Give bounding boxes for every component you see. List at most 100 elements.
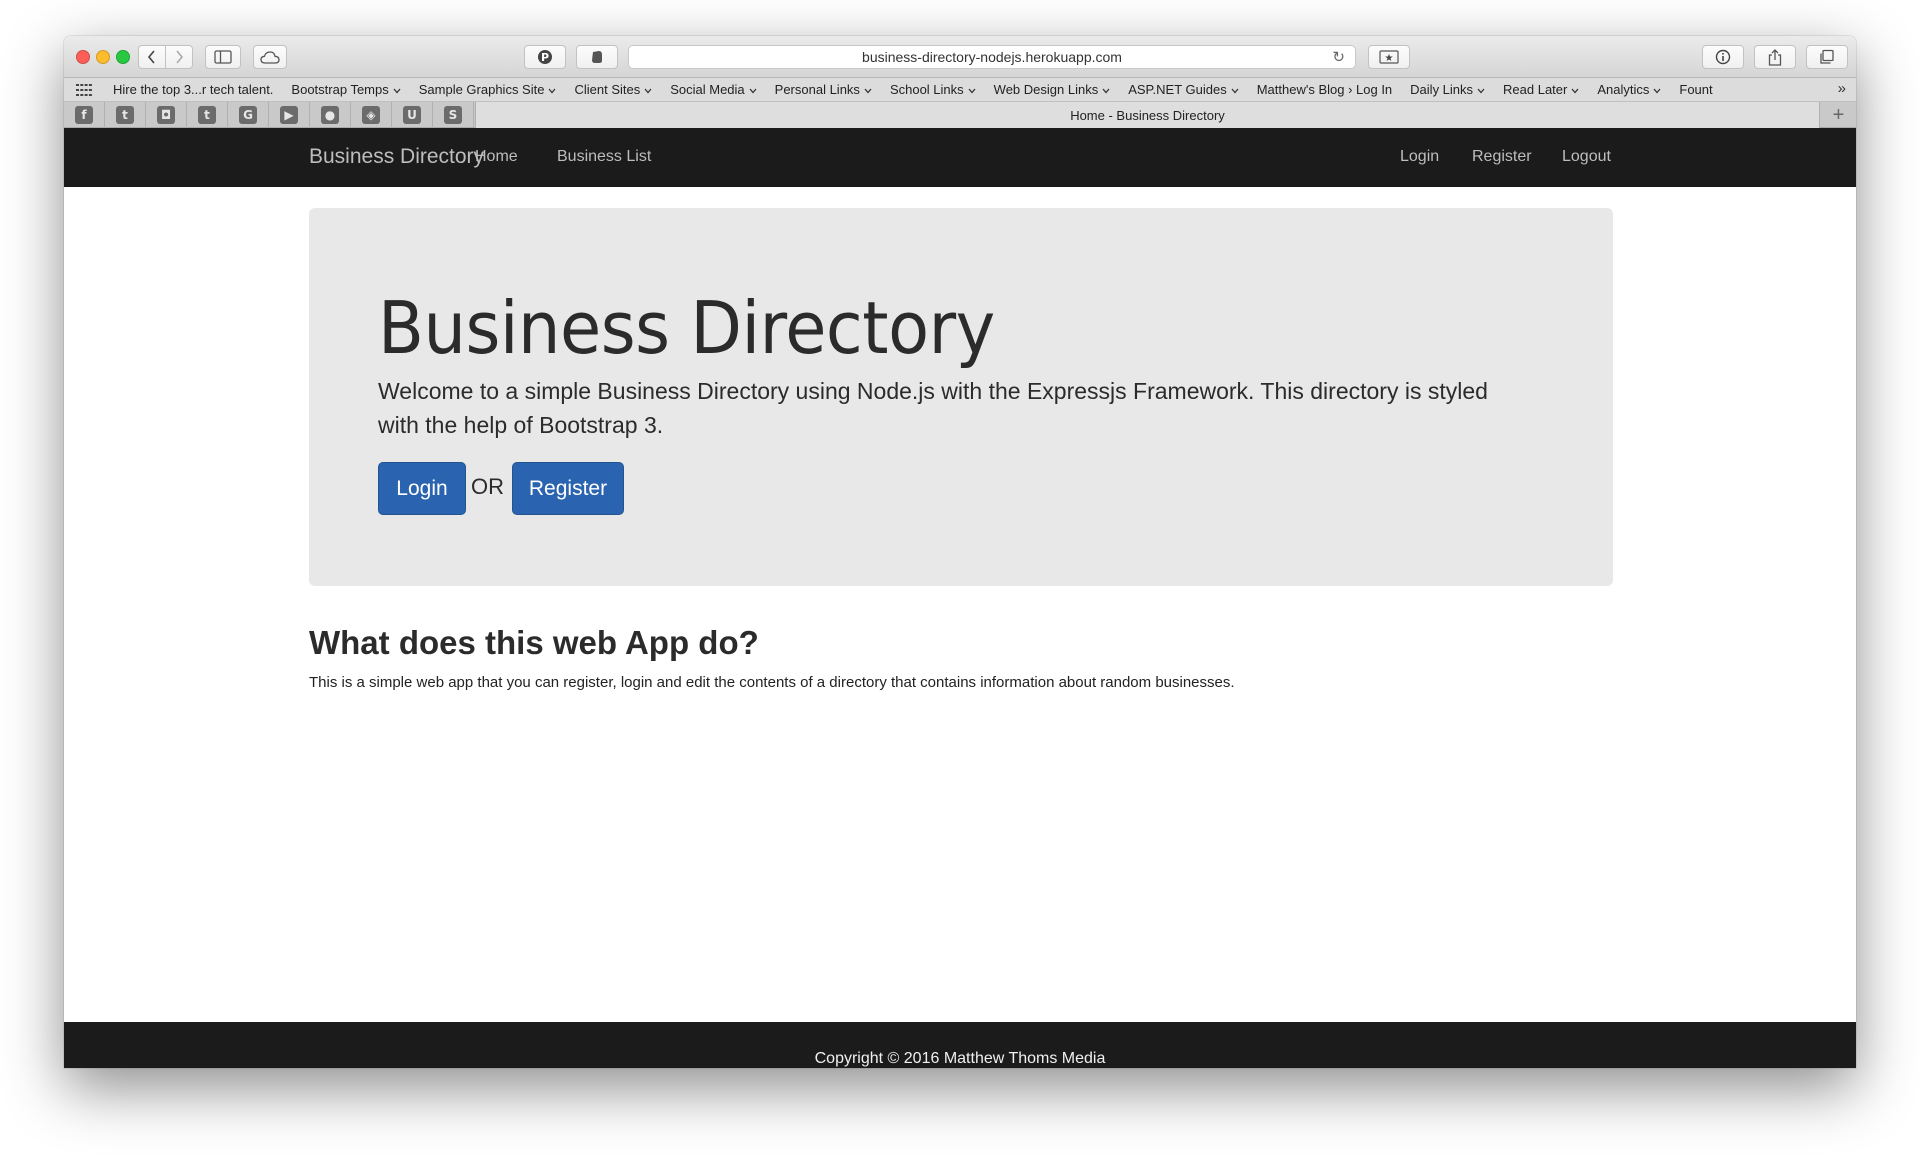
- pinned-tab[interactable]: t: [105, 102, 146, 128]
- codepen-icon: ◈: [362, 106, 380, 124]
- pinned-tab[interactable]: S: [433, 102, 474, 128]
- browser-window: P business-directory-nodejs.herokuapp.co…: [64, 36, 1856, 1068]
- favorite-item[interactable]: Sample Graphics Site: [410, 82, 566, 97]
- share-icon: [1768, 48, 1782, 66]
- section-description: This is a simple web app that you can re…: [309, 674, 1235, 691]
- nav-register-link[interactable]: Register: [1472, 148, 1532, 166]
- address-bar[interactable]: business-directory-nodejs.herokuapp.com …: [628, 45, 1356, 69]
- nav-business-list-link[interactable]: Business List: [557, 148, 651, 166]
- chevron-down-icon: [1477, 82, 1485, 97]
- tab-overview-button[interactable]: [1806, 45, 1848, 69]
- chevron-right-icon: [176, 50, 184, 64]
- favorite-label: Matthew's Blog › Log In: [1256, 82, 1393, 97]
- sidebar-icon: [214, 50, 232, 64]
- chevron-down-icon: [1571, 82, 1579, 97]
- favorite-item[interactable]: Daily Links: [1401, 82, 1494, 97]
- github-icon: ●: [321, 106, 339, 124]
- share-button[interactable]: [1754, 45, 1796, 69]
- favorite-label: Read Later: [1503, 82, 1568, 97]
- jumbotron-lead: Welcome to a simple Business Directory u…: [378, 378, 1488, 438]
- register-button[interactable]: Register: [512, 462, 624, 515]
- tab-bar: f t ◘ t G ▶ ● ◈ U S Home - Business Directory +: [64, 102, 1856, 128]
- udemy-icon: U: [403, 106, 421, 124]
- twitter-icon: t: [116, 106, 134, 124]
- favorite-item[interactable]: Client Sites: [565, 82, 661, 97]
- pinterest-extension-button[interactable]: P: [524, 45, 566, 69]
- site-footer: Copyright © 2016 Matthew Thoms Media: [64, 1022, 1856, 1068]
- reload-icon[interactable]: ↻: [1332, 48, 1345, 66]
- new-tab-button[interactable]: +: [1821, 102, 1856, 128]
- sidebar-toggle-button[interactable]: [205, 45, 241, 69]
- favorite-item[interactable]: Hire the top 3...r tech talent.: [104, 82, 282, 97]
- top-sites-grid-icon[interactable]: [64, 83, 104, 96]
- favorites-overflow-icon[interactable]: »: [1838, 80, 1846, 97]
- top-sites-button[interactable]: ★: [1368, 45, 1410, 69]
- youtube-icon: ▶: [280, 106, 298, 124]
- favorite-label: Bootstrap Temps: [291, 82, 389, 97]
- minimize-window-button[interactable]: [96, 50, 110, 64]
- favorite-label: School Links: [889, 82, 964, 97]
- chevron-down-icon: [1102, 82, 1110, 97]
- nav-login-link[interactable]: Login: [1400, 148, 1439, 166]
- pinned-tab[interactable]: ◘: [146, 102, 187, 128]
- favorite-item[interactable]: Analytics: [1588, 82, 1670, 97]
- chevron-down-icon: [1653, 82, 1661, 97]
- jumbotron: Business Directory Welcome to a simple B…: [309, 208, 1613, 586]
- back-button[interactable]: [138, 45, 166, 69]
- info-icon: [1715, 49, 1731, 65]
- chevron-down-icon: [1231, 82, 1239, 97]
- pinterest-icon: P: [538, 50, 552, 64]
- favorite-label: Analytics: [1597, 82, 1650, 97]
- info-extension-button[interactable]: [1702, 45, 1744, 69]
- tab-title: Home - Business Directory: [1070, 107, 1225, 123]
- nav-home-link[interactable]: Home: [475, 148, 518, 166]
- page-viewport: Business Directory Home Business List Lo…: [64, 128, 1856, 1068]
- pinned-tab[interactable]: ◈: [351, 102, 392, 128]
- favorite-item[interactable]: Web Design Links: [985, 82, 1120, 97]
- favorite-item[interactable]: Fount: [1670, 82, 1721, 97]
- login-button[interactable]: Login: [378, 462, 466, 515]
- pinned-tabs: f t ◘ t G ▶ ● ◈ U S: [64, 102, 474, 128]
- favorite-label: Sample Graphics Site: [418, 82, 545, 97]
- favorite-item[interactable]: ASP.NET Guides: [1119, 82, 1248, 97]
- cloud-icon: [260, 50, 280, 64]
- forward-button[interactable]: [165, 45, 193, 69]
- tabs-icon: [1820, 49, 1834, 64]
- pinned-tab[interactable]: ●: [310, 102, 351, 128]
- pinned-tab[interactable]: U: [392, 102, 433, 128]
- google-icon: G: [239, 106, 257, 124]
- favorite-label: Daily Links: [1410, 82, 1474, 97]
- favorite-item[interactable]: Personal Links: [766, 82, 881, 97]
- favorite-label: Hire the top 3...r tech talent.: [113, 82, 274, 97]
- favorite-item[interactable]: School Links: [881, 82, 985, 97]
- pinned-tab[interactable]: G: [228, 102, 269, 128]
- or-separator: OR: [471, 474, 504, 499]
- icloud-tabs-button[interactable]: [253, 45, 287, 69]
- pinned-tab[interactable]: f: [64, 102, 105, 128]
- pinned-tab[interactable]: ▶: [269, 102, 310, 128]
- close-window-button[interactable]: [76, 50, 90, 64]
- favorites-bar: Hire the top 3...r tech talent. Bootstrap…: [64, 78, 1856, 102]
- navbar-brand[interactable]: Business Directory: [309, 145, 484, 169]
- zoom-window-button[interactable]: [116, 50, 130, 64]
- favorite-item[interactable]: Bootstrap Temps: [282, 82, 409, 97]
- favorite-item[interactable]: Read Later: [1494, 82, 1588, 97]
- svg-text:P: P: [541, 51, 549, 64]
- chevron-down-icon: [968, 82, 976, 97]
- pinned-tab[interactable]: t: [187, 102, 228, 128]
- favorite-label: Client Sites: [574, 82, 641, 97]
- tab-home-business-directory[interactable]: Home - Business Directory: [475, 102, 1820, 128]
- favorite-label: ASP.NET Guides: [1128, 82, 1227, 97]
- url-text: business-directory-nodejs.herokuapp.com: [862, 49, 1122, 65]
- nav-logout-link[interactable]: Logout: [1562, 148, 1611, 166]
- chevron-down-icon: [864, 82, 872, 97]
- favorite-item[interactable]: Social Media: [661, 82, 765, 97]
- facebook-icon: f: [75, 106, 93, 124]
- favorite-label: Web Design Links: [993, 82, 1099, 97]
- favorite-label: Personal Links: [774, 82, 860, 97]
- favorites-list: Hire the top 3...r tech talent. Bootstrap…: [104, 82, 1722, 97]
- evernote-extension-button[interactable]: [576, 45, 618, 69]
- favorite-item[interactable]: Matthew's Blog › Log In: [1248, 82, 1401, 97]
- evernote-icon: [592, 51, 602, 63]
- tumblr-icon: t: [198, 106, 216, 124]
